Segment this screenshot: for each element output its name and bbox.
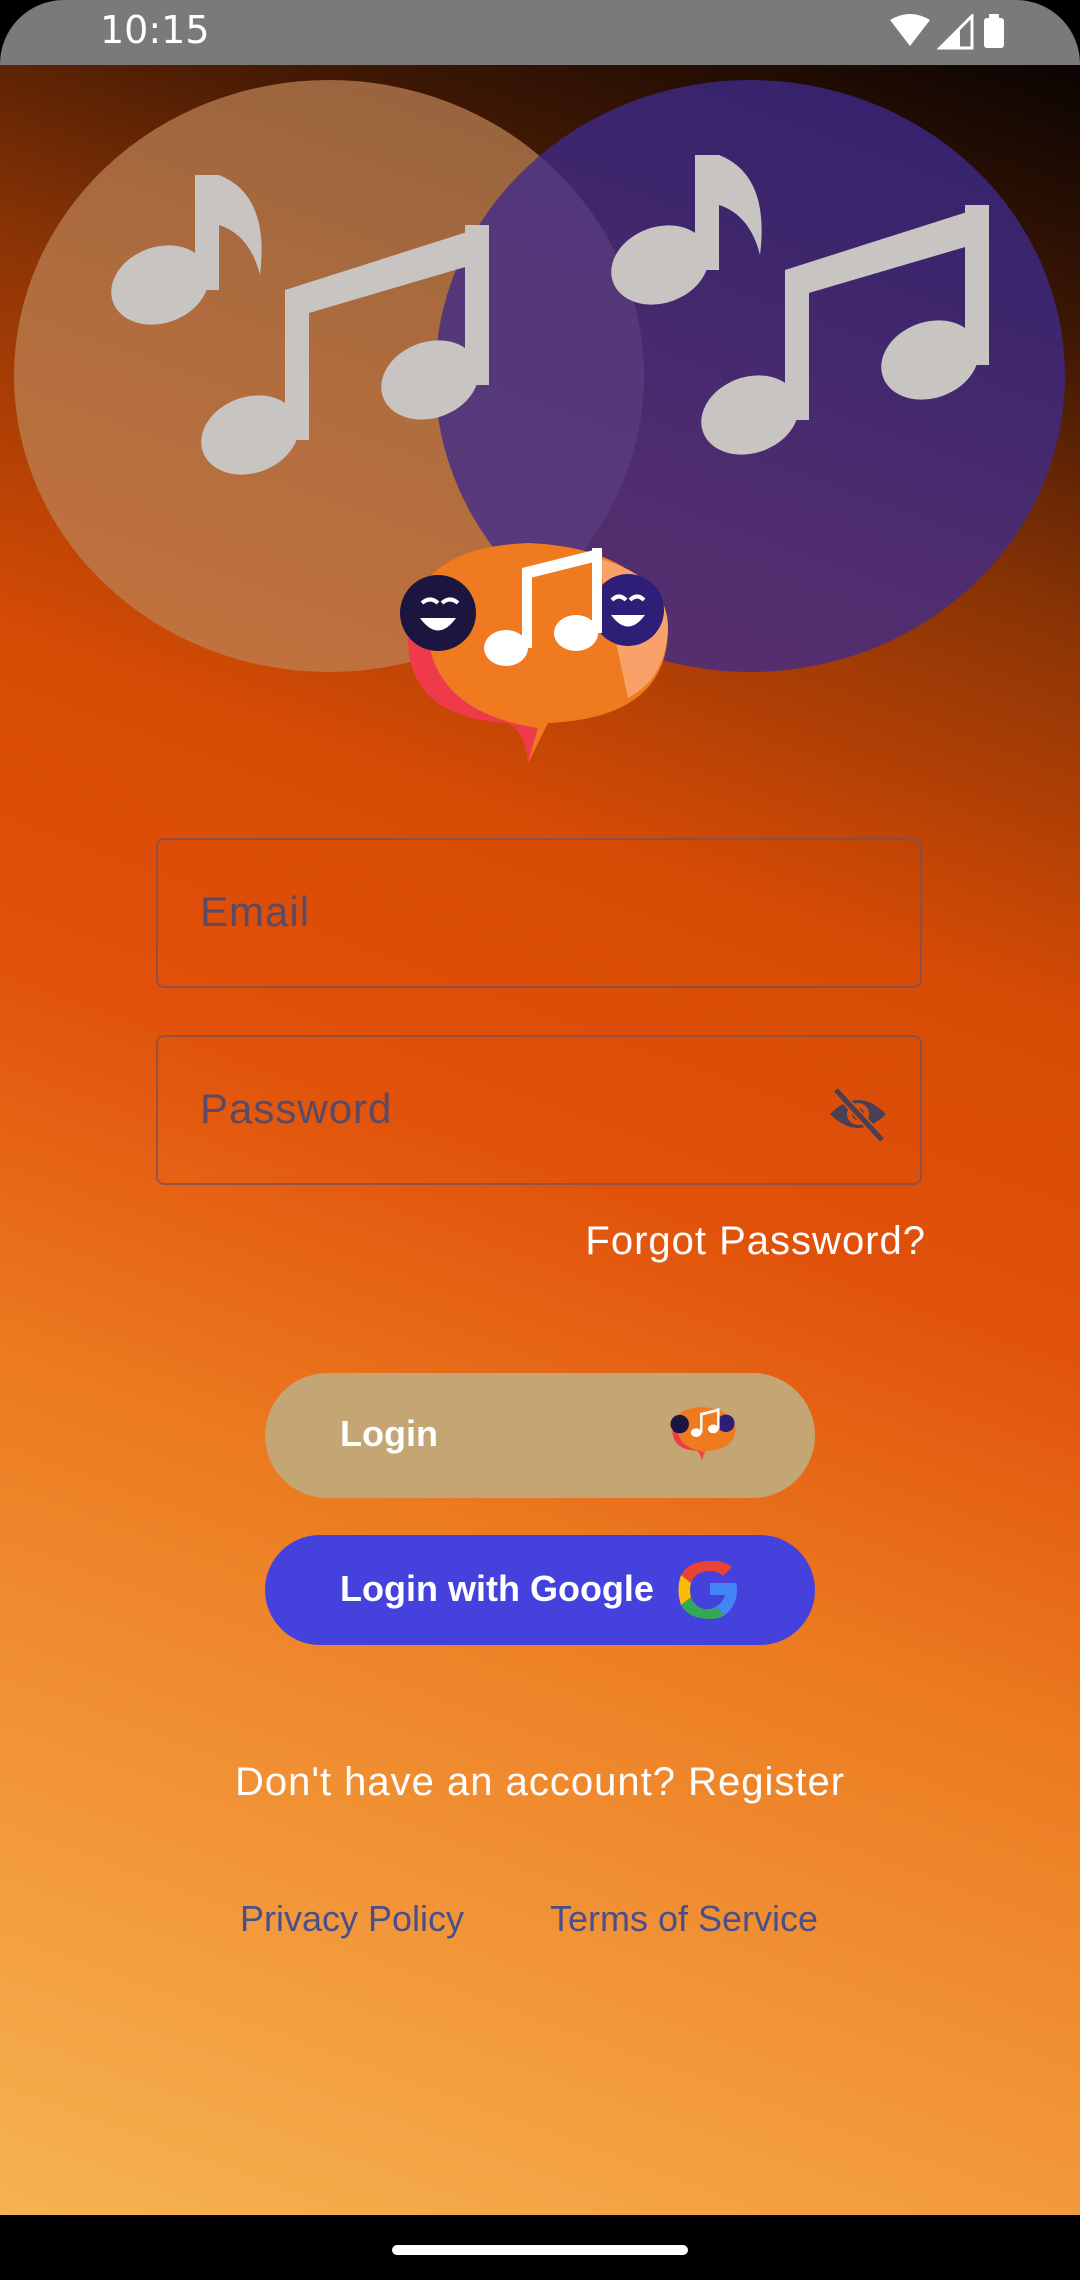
- password-label: Password: [200, 1085, 393, 1132]
- forgot-password-link[interactable]: Forgot Password?: [585, 1219, 926, 1264]
- status-time: 10:15: [100, 8, 210, 52]
- home-gesture-handle[interactable]: [392, 2245, 688, 2255]
- wifi-icon: [890, 14, 930, 46]
- eye-off-icon[interactable]: [826, 1082, 890, 1146]
- email-field[interactable]: Email: [156, 838, 922, 988]
- navigation-bar: [0, 2215, 1080, 2280]
- google-icon: [678, 1560, 737, 1619]
- email-label: Email: [200, 888, 311, 935]
- status-icons: [890, 14, 1004, 50]
- battery-icon: [984, 14, 1004, 48]
- register-prompt[interactable]: Don't have an account? Register: [0, 1760, 1080, 1805]
- app-logo-icon: [670, 1407, 736, 1461]
- music-notes-icon: [611, 155, 989, 455]
- signal-icon: [936, 14, 974, 50]
- music-notes-icon: [111, 175, 489, 475]
- login-with-google-button[interactable]: Login with Google: [265, 1535, 815, 1645]
- app-logo-icon: [400, 543, 668, 763]
- login-screen: Email Password Forgot Password? Login Lo…: [0, 65, 1080, 2215]
- google-button-label: Login with Google: [340, 1568, 654, 1609]
- login-button-label: Login: [340, 1413, 438, 1454]
- terms-of-service-link[interactable]: Terms of Service: [550, 1898, 818, 1940]
- privacy-policy-link[interactable]: Privacy Policy: [240, 1898, 464, 1940]
- status-bar: 10:15: [0, 0, 1080, 65]
- password-field[interactable]: Password: [156, 1035, 922, 1185]
- login-button[interactable]: Login: [265, 1373, 815, 1498]
- app-screen: 10:15 Email Password Forgot Password? Lo…: [0, 0, 1080, 2280]
